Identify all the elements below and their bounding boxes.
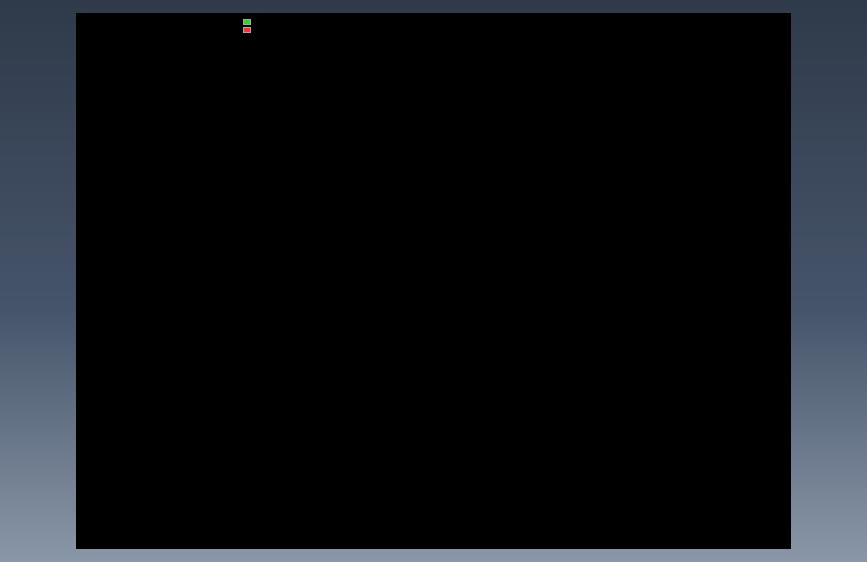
layer-color-swatch-icon	[243, 19, 251, 25]
drawing-canvas[interactable]	[76, 13, 791, 549]
layer-color-swatch-icon	[243, 27, 251, 33]
